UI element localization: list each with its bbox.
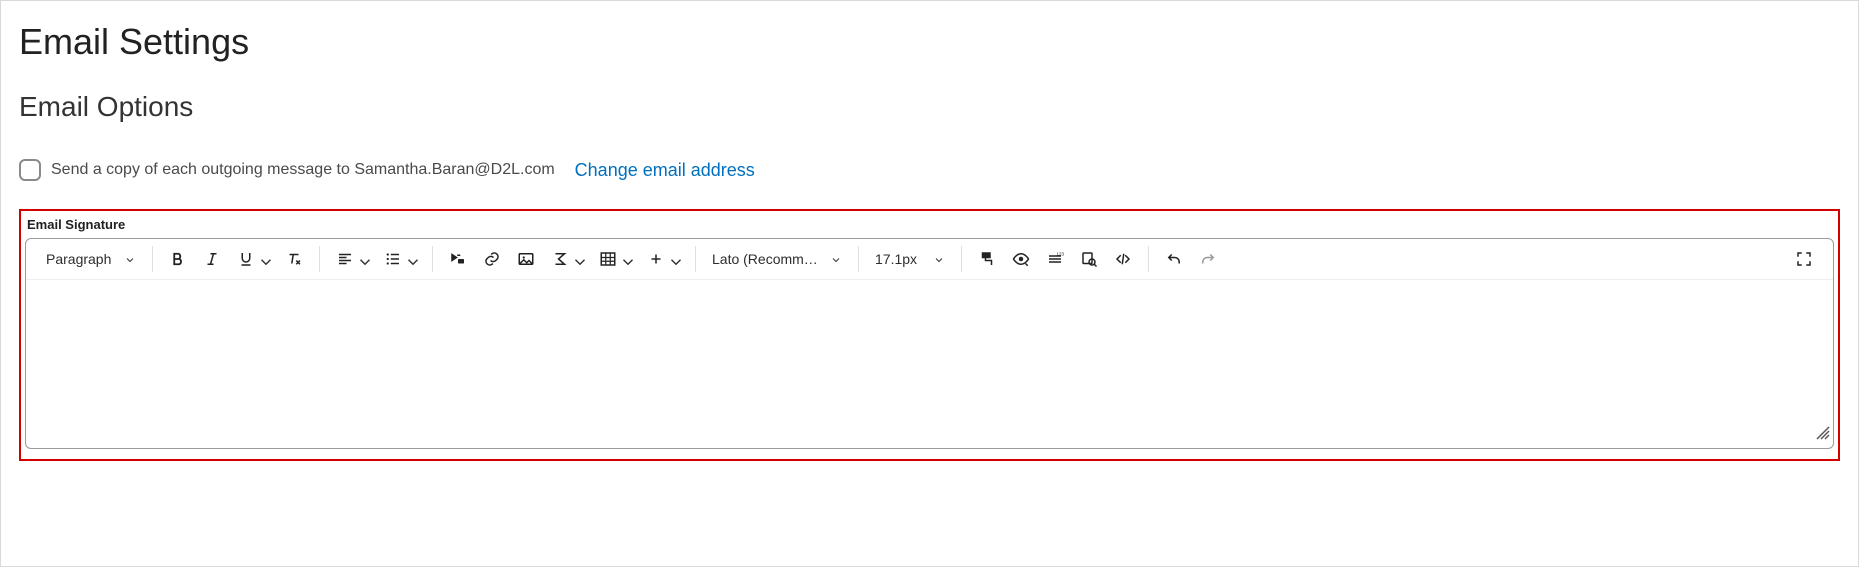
insert-stuff-button[interactable] <box>441 244 475 274</box>
page-title: Email Settings <box>19 21 1840 63</box>
equation-button[interactable] <box>543 244 591 274</box>
accessibility-checker-button[interactable] <box>1004 244 1038 274</box>
align-button[interactable] <box>328 244 376 274</box>
insert-more-button[interactable] <box>639 244 687 274</box>
fullscreen-button[interactable] <box>1787 244 1821 274</box>
format-painter-button[interactable] <box>970 244 1004 274</box>
toolbar-divider <box>858 246 859 272</box>
redo-button[interactable] <box>1191 244 1225 274</box>
underline-button[interactable] <box>229 244 277 274</box>
chevron-down-icon <box>667 253 679 265</box>
bold-button[interactable] <box>161 244 195 274</box>
send-copy-label: Send a copy of each outgoing message to … <box>51 161 555 179</box>
source-code-button[interactable] <box>1106 244 1140 274</box>
toolbar-divider <box>1148 246 1149 272</box>
undo-button[interactable] <box>1157 244 1191 274</box>
toolbar-divider <box>961 246 962 272</box>
signature-editor: Paragraph <box>25 238 1834 449</box>
toolbar-divider <box>152 246 153 272</box>
font-family-select[interactable]: Lato (Recomm… <box>704 244 850 274</box>
chevron-down-icon <box>257 253 269 265</box>
editor-toolbar: Paragraph <box>26 239 1833 280</box>
clear-formatting-button[interactable] <box>277 244 311 274</box>
send-copy-option-row: Send a copy of each outgoing message to … <box>19 159 1840 181</box>
toolbar-divider <box>432 246 433 272</box>
chevron-down-icon <box>619 253 631 265</box>
chevron-down-icon <box>571 253 583 265</box>
insert-image-button[interactable] <box>509 244 543 274</box>
chevron-down-icon <box>933 253 945 265</box>
change-email-link[interactable]: Change email address <box>575 160 755 181</box>
email-settings-panel: Email Settings Email Options Send a copy… <box>0 0 1859 567</box>
block-format-select[interactable]: Paragraph <box>38 244 144 274</box>
block-format-value: Paragraph <box>46 251 111 267</box>
chevron-down-icon <box>404 253 416 265</box>
word-count-button[interactable]: 123 <box>1038 244 1072 274</box>
toolbar-divider <box>319 246 320 272</box>
preview-button[interactable] <box>1072 244 1106 274</box>
signature-editor-content[interactable] <box>26 280 1833 448</box>
chevron-down-icon <box>124 253 136 265</box>
font-size-select[interactable]: 17.1px <box>867 244 953 274</box>
email-signature-label: Email Signature <box>27 217 1834 232</box>
italic-button[interactable] <box>195 244 229 274</box>
toolbar-divider <box>695 246 696 272</box>
font-size-value: 17.1px <box>875 251 917 267</box>
resize-handle-icon[interactable] <box>1815 425 1831 446</box>
insert-table-button[interactable] <box>591 244 639 274</box>
section-title: Email Options <box>19 91 1840 123</box>
chevron-down-icon <box>356 253 368 265</box>
send-copy-checkbox[interactable] <box>19 159 41 181</box>
list-button[interactable] <box>376 244 424 274</box>
chevron-down-icon <box>830 253 842 265</box>
insert-link-button[interactable] <box>475 244 509 274</box>
font-family-value: Lato (Recomm… <box>712 251 818 267</box>
svg-text:123: 123 <box>1057 251 1065 256</box>
email-signature-region: Email Signature Paragraph <box>19 209 1840 461</box>
